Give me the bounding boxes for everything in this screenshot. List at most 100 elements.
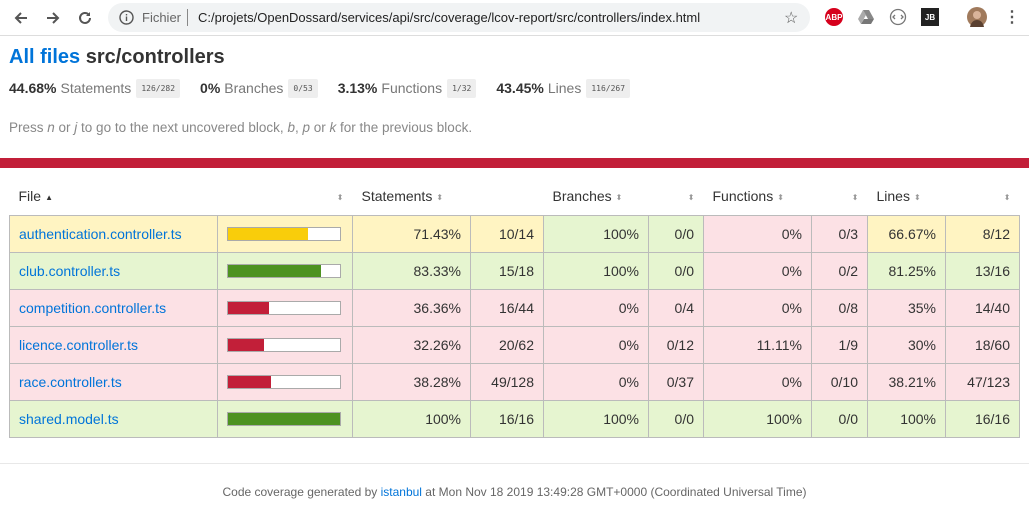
lines-fraction: 47/123 (945, 362, 1020, 401)
sort-icon[interactable]: ⬍ (616, 193, 623, 202)
column-header-lines-frac[interactable]: ⬍ (946, 178, 1020, 215)
coverage-table: File ▲ ⬍ Statements ⬍ Branches ⬍ ⬍ Function… (9, 178, 1020, 438)
statements-fraction: 20/62 (470, 325, 544, 364)
branches-fraction: 0/37 (648, 362, 704, 401)
coverage-bar (227, 226, 341, 241)
file-link[interactable]: shared.model.ts (19, 411, 119, 427)
adblock-extension-icon[interactable]: ABP (825, 8, 843, 26)
file-cell: licence.controller.ts (9, 325, 218, 364)
forward-icon[interactable] (41, 6, 65, 30)
coverage-bar-fill (228, 264, 322, 277)
sort-icon[interactable]: ⬍ (777, 193, 784, 202)
current-path: src/controllers (85, 46, 225, 68)
statements-fraction: 16/16 (470, 399, 544, 438)
dev-extension-icon[interactable] (889, 8, 907, 26)
file-cell: shared.model.ts (9, 399, 218, 438)
column-header-functions-frac[interactable]: ⬍ (812, 178, 868, 215)
summary-pct: 43.45% (496, 80, 544, 96)
scheme-label: Fichier (142, 10, 182, 25)
file-link[interactable]: competition.controller.ts (19, 300, 166, 316)
column-header-statements[interactable]: Statements ⬍ (353, 178, 471, 215)
table-row: licence.controller.ts 32.26% 20/62 0% 0/12 11… (9, 325, 1020, 364)
sort-icon[interactable]: ⬍ (1004, 193, 1011, 202)
file-link[interactable]: race.controller.ts (19, 374, 122, 390)
coverage-bar-fill (228, 412, 340, 425)
coverage-bar-cell (217, 288, 353, 327)
summary-lines: 43.45% Lines 116/267 (496, 78, 631, 98)
omnibox-divider (187, 9, 188, 26)
column-header-branches-frac[interactable]: ⬍ (649, 178, 704, 215)
lines-pct: 30% (867, 325, 946, 364)
file-link[interactable]: club.controller.ts (19, 263, 120, 279)
branches-fraction: 0/4 (648, 288, 704, 327)
back-icon[interactable] (9, 6, 33, 30)
file-cell: race.controller.ts (9, 362, 218, 401)
info-icon[interactable] (119, 10, 134, 25)
reload-icon[interactable] (73, 6, 97, 30)
menu-kebab-icon[interactable]: ⋮ (1003, 8, 1021, 26)
footer-divider (0, 463, 1029, 464)
table-row: race.controller.ts 38.28% 49/128 0% 0/37 0% 0/… (9, 362, 1020, 401)
lines-fraction: 18/60 (945, 325, 1020, 364)
coverage-bar (227, 374, 341, 389)
footer-text: Code coverage generated by (222, 485, 381, 499)
file-link[interactable]: authentication.controller.ts (19, 226, 182, 242)
coverage-bar-fill (228, 338, 265, 351)
column-header-branches[interactable]: Branches ⬍ (544, 178, 649, 215)
footer: Code coverage generated by istanbul at M… (0, 485, 1029, 499)
avatar[interactable] (967, 7, 987, 27)
functions-pct: 0% (703, 251, 812, 290)
column-header-lines[interactable]: Lines ⬍ (868, 178, 946, 215)
summary-fraction: 126/282 (136, 78, 181, 98)
sort-icon[interactable]: ⬍ (852, 193, 859, 202)
functions-fraction: 0/10 (811, 362, 868, 401)
file-cell: competition.controller.ts (9, 288, 218, 327)
sort-icon[interactable]: ⬍ (914, 193, 921, 202)
file-link[interactable]: licence.controller.ts (19, 337, 138, 353)
coverage-bar (227, 300, 341, 315)
url-text[interactable]: C:/projets/OpenDossard/services/api/src/… (198, 10, 700, 25)
coverage-table-body: authentication.controller.ts 71.43% 10/14 1… (9, 214, 1020, 438)
summary-label: Statements (60, 80, 132, 96)
statements-pct: 83.33% (352, 251, 471, 290)
functions-pct: 11.11% (703, 325, 812, 364)
coverage-bar (227, 263, 341, 278)
table-row: competition.controller.ts 36.36% 16/44 0% 0/… (9, 288, 1020, 327)
coverage-bar-fill (228, 227, 308, 240)
statements-fraction: 10/14 (470, 214, 544, 253)
column-header-statements-bar[interactable]: ⬍ (218, 178, 353, 215)
lines-pct: 38.21% (867, 362, 946, 401)
column-header-functions[interactable]: Functions ⬍ (704, 178, 812, 215)
column-header-statements-frac[interactable] (471, 178, 544, 215)
sort-icon[interactable]: ⬍ (436, 193, 443, 202)
keyboard-hint: Press n or j to go to the next uncovered… (9, 120, 473, 135)
istanbul-link[interactable]: istanbul (381, 485, 422, 499)
summary-fraction: 1/32 (447, 78, 477, 98)
statements-pct: 100% (352, 399, 471, 438)
coverage-bar-fill (228, 375, 271, 388)
functions-fraction: 0/3 (811, 214, 868, 253)
bookmark-star-icon[interactable]: ☆ (784, 8, 798, 28)
sort-icon[interactable]: ⬍ (337, 193, 344, 202)
coverage-bar-fill (228, 301, 269, 314)
jetbrains-extension-icon[interactable]: JB (921, 8, 939, 26)
statements-fraction: 16/44 (470, 288, 544, 327)
sort-asc-icon[interactable]: ▲ (45, 193, 53, 202)
sort-icon[interactable]: ⬍ (688, 193, 695, 202)
statements-pct: 32.26% (352, 325, 471, 364)
branches-pct: 100% (543, 251, 649, 290)
coverage-bar-cell (217, 362, 353, 401)
drive-icon[interactable] (857, 8, 875, 26)
browser-toolbar: Fichier C:/projets/OpenDossard/services/… (0, 0, 1029, 36)
address-bar[interactable]: Fichier C:/projets/OpenDossard/services/… (108, 3, 810, 32)
column-header-file[interactable]: File ▲ (10, 178, 218, 215)
all-files-link[interactable]: All files (9, 46, 80, 68)
functions-fraction: 0/0 (811, 399, 868, 438)
page-title: All files src/controllers (9, 46, 225, 69)
branches-pct: 100% (543, 399, 649, 438)
branches-pct: 0% (543, 362, 649, 401)
lines-pct: 66.67% (867, 214, 946, 253)
functions-pct: 0% (703, 362, 812, 401)
branches-fraction: 0/0 (648, 399, 704, 438)
statements-fraction: 15/18 (470, 251, 544, 290)
